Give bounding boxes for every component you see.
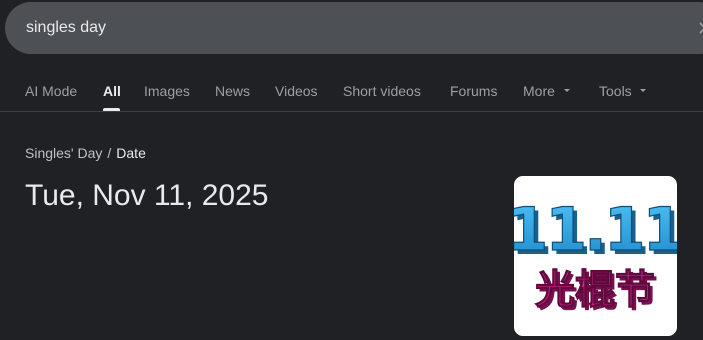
logo-chinese-text: 光棍节	[535, 267, 655, 313]
tab-news[interactable]: News	[215, 83, 250, 99]
tab-videos[interactable]: Videos	[275, 83, 318, 99]
search-results-page: AI Mode All Images News Videos Short vid…	[0, 0, 703, 340]
singles-day-image[interactable]: 11.11 11.11 光棍节 光棍节	[514, 176, 677, 336]
search-tabs: AI Mode All Images News Videos Short vid…	[0, 54, 703, 112]
answer-date: Tue, Nov 11, 2025	[25, 179, 269, 212]
breadcrumb-parent-link[interactable]: Singles' Day	[25, 145, 102, 161]
search-input[interactable]	[26, 18, 626, 38]
tab-forums[interactable]: Forums	[450, 83, 497, 99]
logo-number: 11.11	[514, 195, 677, 265]
breadcrumb: Singles' Day / Date	[25, 145, 146, 161]
breadcrumb-separator: /	[107, 145, 112, 161]
tab-all[interactable]: All	[103, 83, 121, 99]
close-icon[interactable]	[697, 20, 703, 36]
tab-ai-mode[interactable]: AI Mode	[25, 83, 77, 99]
tab-short-videos[interactable]: Short videos	[343, 83, 421, 99]
caret-down-icon	[564, 89, 570, 92]
caret-down-icon	[640, 89, 646, 92]
tab-more[interactable]: More	[523, 83, 555, 99]
breadcrumb-current: Date	[116, 145, 146, 161]
singles-day-logo: 11.11 11.11 光棍节 光棍节	[514, 194, 677, 316]
tab-images[interactable]: Images	[144, 83, 190, 99]
search-bar[interactable]	[5, 2, 703, 54]
tab-tools[interactable]: Tools	[599, 83, 632, 99]
tabs-divider	[0, 111, 703, 112]
